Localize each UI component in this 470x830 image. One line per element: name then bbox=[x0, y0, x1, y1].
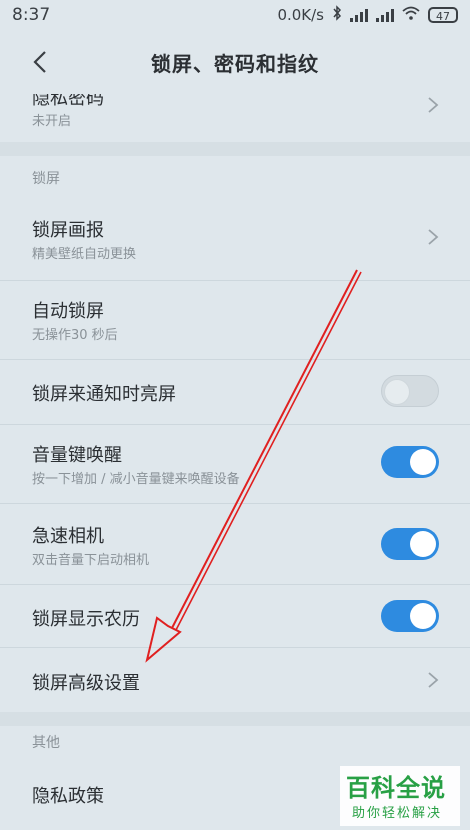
row-title: 锁屏来通知时亮屏 bbox=[32, 384, 176, 405]
watermark-sub-text: 助你轻松解决 bbox=[352, 806, 443, 821]
row-subtitle: 双击音量下启动相机 bbox=[32, 553, 150, 568]
settings-row-lock-screen-pictorial[interactable]: 锁屏画报 精美壁纸自动更换 bbox=[0, 200, 470, 280]
chevron-right-icon bbox=[428, 97, 439, 113]
toggle-knob bbox=[410, 449, 436, 475]
settings-row-wake-on-notification: 锁屏来通知时亮屏 bbox=[0, 360, 470, 424]
status-time: 8:37 bbox=[12, 5, 51, 25]
toggle-knob bbox=[410, 603, 436, 629]
settings-row-privacy-password[interactable]: 隐私密码 未开启 bbox=[0, 94, 470, 142]
row-title: 隐私政策 bbox=[32, 786, 104, 807]
title-bar: 锁屏、密码和指纹 bbox=[0, 30, 470, 94]
volume-key-wake-toggle[interactable] bbox=[381, 446, 439, 478]
row-title: 锁屏画报 bbox=[32, 220, 104, 241]
wake-on-notification-toggle[interactable] bbox=[381, 375, 439, 407]
row-subtitle: 精美壁纸自动更换 bbox=[32, 247, 137, 262]
row-title: 隐私密码 bbox=[32, 94, 104, 109]
bluetooth-icon bbox=[332, 5, 342, 25]
row-title: 自动锁屏 bbox=[32, 301, 104, 322]
settings-row-quick-camera: 急速相机 双击音量下启动相机 bbox=[0, 504, 470, 584]
quick-camera-toggle[interactable] bbox=[381, 528, 439, 560]
toggle-knob bbox=[410, 531, 436, 557]
row-title: 音量键唤醒 bbox=[32, 445, 122, 466]
row-subtitle: 按一下增加 / 减小音量键来唤醒设备 bbox=[32, 472, 240, 487]
section-separator bbox=[0, 142, 470, 156]
section-header-other: 其他 bbox=[32, 735, 60, 751]
lunar-calendar-toggle[interactable] bbox=[381, 600, 439, 632]
page-title: 锁屏、密码和指纹 bbox=[151, 52, 319, 76]
row-title: 急速相机 bbox=[32, 526, 104, 547]
section-header-lock-screen: 锁屏 bbox=[32, 171, 60, 187]
signal-icon-2 bbox=[376, 8, 394, 22]
row-title: 锁屏高级设置 bbox=[32, 673, 140, 694]
row-title: 锁屏显示农历 bbox=[32, 609, 140, 630]
row-subtitle: 无操作30 秒后 bbox=[32, 328, 118, 343]
settings-row-lunar-calendar: 锁屏显示农历 bbox=[0, 585, 470, 647]
status-icons: 0.0K/s 47 bbox=[277, 5, 458, 25]
settings-row-auto-lock[interactable]: 自动锁屏 无操作30 秒后 bbox=[0, 281, 470, 359]
watermark-logo: 百科全说 助你轻松解决 bbox=[340, 766, 460, 826]
watermark-main-text: 百科全说 bbox=[346, 774, 446, 802]
chevron-right-icon bbox=[428, 672, 439, 688]
status-bar: 8:37 0.0K/s 47 bbox=[0, 0, 470, 30]
chevron-right-icon bbox=[428, 229, 439, 245]
signal-icon bbox=[350, 8, 368, 22]
section-separator bbox=[0, 712, 470, 726]
network-speed: 0.0K/s bbox=[277, 6, 324, 24]
wifi-icon bbox=[402, 6, 420, 24]
settings-row-volume-key-wake: 音量键唤醒 按一下增加 / 减小音量键来唤醒设备 bbox=[0, 425, 470, 503]
row-subtitle: 未开启 bbox=[32, 114, 72, 129]
toggle-knob bbox=[384, 379, 410, 405]
battery-icon: 47 bbox=[428, 7, 458, 23]
settings-row-advanced[interactable]: 锁屏高级设置 bbox=[0, 648, 470, 712]
